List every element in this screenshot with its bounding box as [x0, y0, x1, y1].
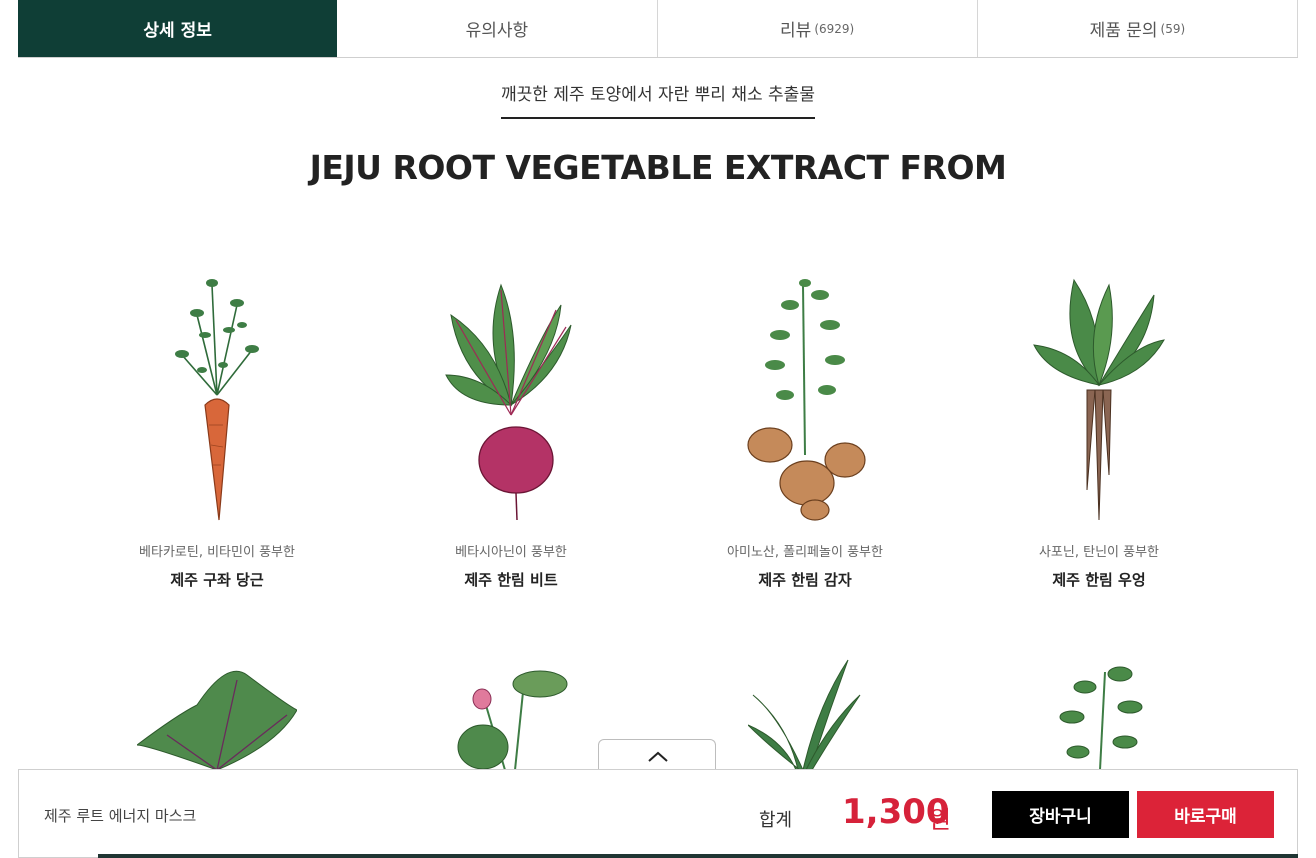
vegetable-description: 베타시아닌이 풍부한	[455, 545, 567, 560]
detail-tabs: 상세 정보 유의사항 리뷰 (6929) 제품 문의 (59)	[18, 0, 1298, 58]
vegetable-name: 제주 한림 우엉	[1052, 571, 1146, 589]
purchase-bar: 제주 루트 에너지 마스크 합계 1,300 원 장바구니 바로구매	[18, 769, 1298, 858]
bottom-strip	[98, 854, 1298, 858]
subtitle-text: 깨끗한 제주 토양에서 자란 뿌리 채소 추출물	[501, 80, 815, 119]
tab-reviews[interactable]: 리뷰 (6929)	[657, 0, 978, 57]
tab-detail-info[interactable]: 상세 정보	[18, 0, 338, 57]
tab-label: 상세 정보	[143, 21, 212, 41]
vegetable-description: 사포닌, 탄닌이 풍부한	[1038, 545, 1160, 560]
tab-count: (59)	[1160, 21, 1186, 36]
potato-icon	[747, 279, 866, 521]
vegetable-name: 제주 한림 감자	[758, 571, 852, 589]
add-to-cart-button[interactable]: 장바구니	[992, 791, 1129, 838]
section-subtitle: 깨끗한 제주 토양에서 자란 뿌리 채소 추출물	[0, 80, 1316, 119]
vegetable-name: 제주 한림 비트	[464, 571, 558, 589]
lotus-image	[455, 662, 570, 774]
beet-icon	[445, 283, 572, 521]
tab-label: 리뷰	[780, 21, 812, 41]
vegetable-card-burdock: 사포닌, 탄닌이 풍부한 제주 한림 우엉	[979, 265, 1219, 595]
vegetable-card-potato: 아미노산, 폴리페놀이 풍부한 제주 한림 감자	[685, 265, 925, 595]
grass-image	[747, 655, 863, 774]
total-label: 합계	[759, 810, 793, 831]
tab-product-inquiry[interactable]: 제품 문의 (59)	[977, 0, 1298, 57]
vegetable-card-beet: 베타시아닌이 풍부한 제주 한림 비트	[391, 265, 631, 595]
tab-label: 제품 문의	[1089, 21, 1158, 41]
chard-leaf-image	[135, 665, 298, 774]
carrot-icon	[175, 279, 259, 521]
vegetable-description: 베타카로틴, 비타민이 풍부한	[139, 545, 295, 560]
buy-now-button[interactable]: 바로구매	[1137, 791, 1274, 838]
vegetable-name: 제주 구좌 당근	[170, 571, 264, 589]
sprout-image	[1050, 662, 1150, 774]
price-unit: 원	[929, 806, 952, 834]
vegetable-card-carrot: 베타카로틴, 비타민이 풍부한 제주 구좌 당근	[97, 265, 337, 595]
vegetable-description: 아미노산, 폴리페놀이 풍부한	[727, 545, 883, 560]
burdock-icon	[1033, 278, 1165, 521]
product-name: 제주 루트 에너지 마스크	[44, 807, 197, 825]
tab-label: 유의사항	[465, 21, 529, 41]
chevron-up-icon	[648, 751, 668, 762]
page-title: JEJU ROOT VEGETABLE EXTRACT FROM	[309, 148, 1007, 187]
tab-count: (6929)	[814, 21, 855, 36]
tab-notice[interactable]: 유의사항	[337, 0, 658, 57]
collapse-bar-toggle[interactable]	[598, 739, 716, 771]
